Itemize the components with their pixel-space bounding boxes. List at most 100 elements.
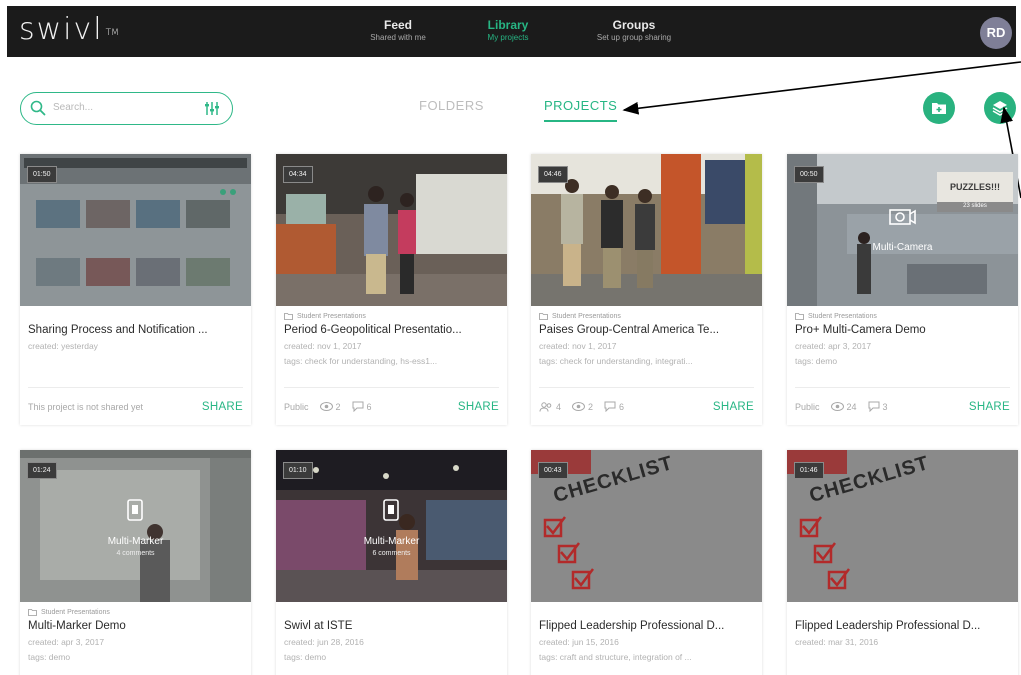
project-card[interactable]: 01:24 Multi-Marker 4 comments Student Pr…	[20, 450, 251, 675]
sharing-status: This project is not shared yet	[28, 401, 144, 412]
project-title[interactable]: Flipped Leadership Professional D...	[795, 620, 1010, 632]
project-tags: tags: craft and structure, integration o…	[539, 652, 692, 662]
nav-library-subtitle: My projects	[487, 33, 529, 42]
nav-groups-subtitle: Set up group sharing	[596, 33, 672, 42]
tab-projects[interactable]: PROJECTS	[544, 98, 618, 122]
video-thumbnail[interactable]: 00:50 PUZZLES!!! 23 slides Multi-Camera	[787, 154, 1018, 306]
card-footer: Public 24 3 SHARE	[795, 387, 1010, 425]
comments-value: 6	[619, 401, 625, 412]
card-footer: 4 2 6 SHARE	[539, 387, 754, 425]
folder-label: Student Presentations	[795, 311, 1010, 321]
created-date: created: apr 3, 2017	[795, 341, 872, 351]
search-box[interactable]: Search...	[20, 92, 233, 125]
add-folder-button[interactable]	[923, 92, 955, 124]
filter-sliders-icon[interactable]	[204, 101, 220, 121]
overlay-sublabel: 6 comments	[372, 550, 411, 557]
duration-badge: 01:46	[794, 462, 824, 479]
video-thumbnail[interactable]: 04:46	[531, 154, 762, 306]
project-title[interactable]: Period 6-Geopolitical Presentatio...	[284, 324, 499, 336]
overlay-label: Multi-Camera	[872, 242, 933, 253]
video-thumbnail[interactable]: 01:24 Multi-Marker 4 comments	[20, 450, 251, 602]
comments-count: 3	[868, 401, 888, 412]
project-title[interactable]: Paises Group-Central America Te...	[539, 324, 754, 336]
comment-icon	[604, 401, 616, 412]
comment-icon	[352, 401, 364, 412]
project-card[interactable]: 04:46 Student Presentations Paises Group…	[531, 154, 762, 425]
folder-label: Student Presentations	[28, 607, 243, 617]
nav-feed-title: Feed	[383, 18, 412, 32]
share-button[interactable]: SHARE	[458, 401, 499, 413]
marker-icon	[380, 498, 402, 529]
folder-name: Student Presentations	[552, 312, 621, 320]
project-title[interactable]: Flipped Leadership Professional D...	[539, 620, 754, 632]
folder-label	[539, 607, 754, 617]
project-tags: tags: demo	[795, 356, 838, 366]
comments-count: 6	[352, 401, 372, 412]
people-icon	[539, 401, 552, 412]
visibility-status: Public	[795, 401, 820, 412]
share-button[interactable]: SHARE	[713, 401, 754, 413]
share-button[interactable]: SHARE	[202, 401, 243, 413]
share-button[interactable]: SHARE	[969, 401, 1010, 413]
nav-library-title: Library	[487, 18, 529, 32]
project-title[interactable]: Sharing Process and Notification ...	[28, 324, 243, 336]
project-card[interactable]: 01:50 Sharing Process and Notification .…	[20, 154, 251, 425]
created-date: created: nov 1, 2017	[539, 341, 617, 351]
created-date: created: jun 28, 2016	[284, 637, 364, 647]
project-card[interactable]: 00:43 CHECKLIST Flipped Leadership Profe…	[531, 450, 762, 675]
comments-count: 6	[604, 401, 624, 412]
duration-badge: 00:43	[538, 462, 568, 479]
video-thumbnail[interactable]: 00:43 CHECKLIST	[531, 450, 762, 602]
project-card[interactable]: 04:34 Student Presentations Period 6-Geo…	[276, 154, 507, 425]
folder-label: Student Presentations	[284, 311, 499, 321]
project-title[interactable]: Swivl at ISTE	[284, 620, 499, 632]
create-project-button[interactable]	[984, 92, 1016, 124]
search-input[interactable]: Search...	[53, 102, 93, 113]
nav-groups[interactable]: Groups Set up group sharing	[597, 18, 671, 43]
video-thumbnail[interactable]: 04:34	[276, 154, 507, 306]
folder-icon	[795, 312, 804, 320]
duration-badge: 01:10	[283, 462, 313, 479]
slides-count: 23 slides	[963, 203, 987, 209]
views-value: 2	[588, 401, 594, 412]
eye-icon	[830, 402, 844, 411]
user-avatar[interactable]: RD	[980, 17, 1012, 49]
folder-plus-icon	[931, 101, 947, 120]
duration-badge: 04:46	[538, 166, 568, 183]
project-card[interactable]: 00:50 PUZZLES!!! 23 slides Multi-Camera …	[787, 154, 1018, 425]
layers-icon	[991, 99, 1009, 122]
project-tags: tags: demo	[284, 652, 327, 662]
video-thumbnail[interactable]: 01:46 CHECKLIST	[787, 450, 1018, 602]
swivl-logo[interactable]: swivl TM	[19, 15, 119, 45]
logo-text: swivl	[19, 12, 104, 47]
card-footer: Public 2 6 SHARE	[284, 387, 499, 425]
nav-feed-subtitle: Shared with me	[370, 33, 426, 42]
nav-feed[interactable]: Feed Shared with me	[370, 18, 426, 43]
created-date: created: apr 3, 2017	[28, 637, 105, 647]
video-thumbnail[interactable]: 01:10 Multi-Marker 6 comments	[276, 450, 507, 602]
duration-badge: 00:50	[794, 166, 824, 183]
nav-library[interactable]: Library My projects	[488, 18, 529, 43]
created-date: created: nov 1, 2017	[284, 341, 362, 351]
marker-icon	[124, 498, 146, 529]
folder-icon	[539, 312, 548, 320]
folder-label	[795, 607, 1010, 617]
video-thumbnail[interactable]: 01:50	[20, 154, 251, 306]
folder-name: Student Presentations	[41, 608, 110, 616]
camera-icon	[888, 206, 916, 233]
logo-trademark: TM	[105, 28, 119, 38]
project-card[interactable]: 01:46 CHECKLIST Flipped Leadership Profe…	[787, 450, 1018, 675]
project-card[interactable]: 01:10 Multi-Marker 6 comments Swivl at I…	[276, 450, 507, 675]
views-count: 2	[319, 402, 341, 412]
duration-badge: 01:50	[27, 166, 57, 183]
tab-folders[interactable]: FOLDERS	[419, 98, 484, 113]
folder-name: Student Presentations	[808, 312, 877, 320]
folder-label	[284, 607, 499, 617]
views-value: 24	[846, 401, 857, 412]
project-title[interactable]: Pro+ Multi-Camera Demo	[795, 324, 1010, 336]
search-icon	[30, 100, 46, 121]
views-count: 2	[572, 402, 593, 412]
project-title[interactable]: Multi-Marker Demo	[28, 620, 243, 632]
duration-badge: 01:24	[27, 462, 57, 479]
top-nav-bar: swivl TM Feed Shared with me Library My p…	[7, 6, 1016, 57]
